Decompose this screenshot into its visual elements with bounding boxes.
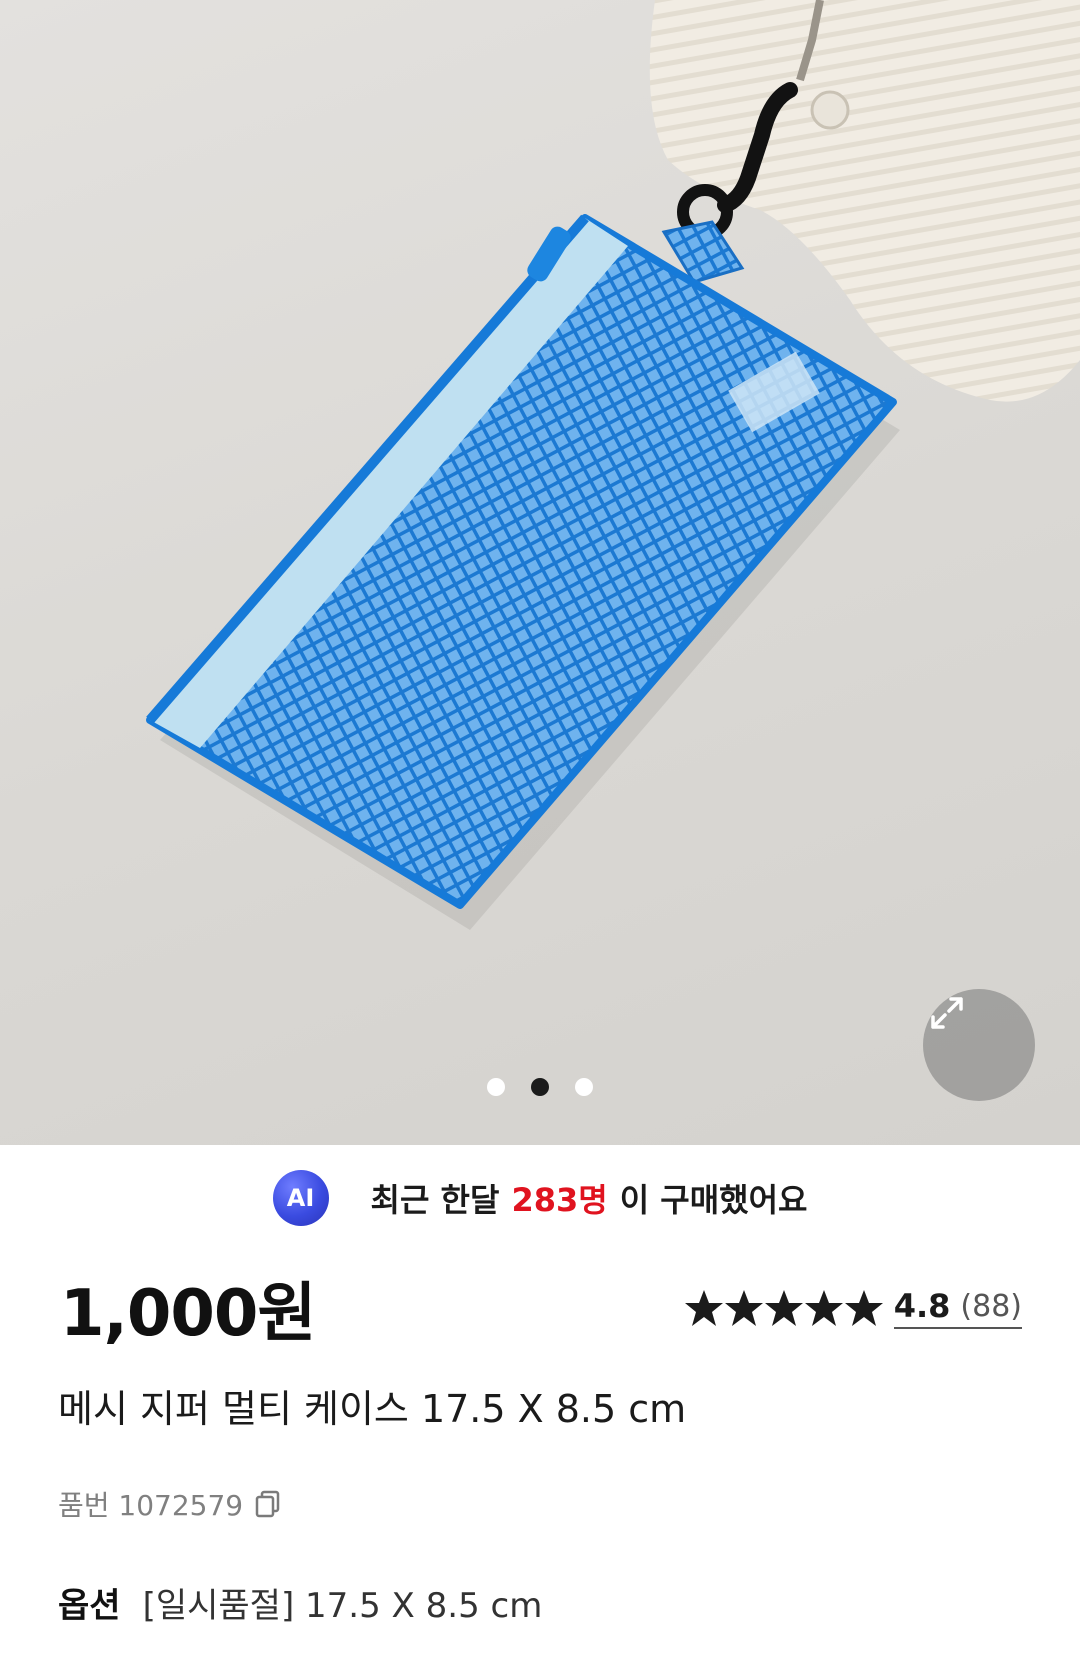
gallery-dot-active[interactable] [531, 1078, 549, 1096]
review-link[interactable]: 4.8 (88) [893, 1287, 1022, 1329]
purchase-prefix: 최근 한달 [370, 1181, 500, 1219]
purchase-count: 283명 [511, 1181, 608, 1219]
product-option[interactable]: 옵션 [일시품절] 17.5 X 8.5 cm [58, 1578, 542, 1627]
review-count: (88) [960, 1288, 1022, 1324]
gallery-dot[interactable] [575, 1078, 593, 1096]
product-photo [146, 0, 1080, 930]
rating-score: 4.8 [893, 1287, 951, 1325]
product-image[interactable] [0, 0, 1080, 1145]
recent-purchase-text: 최근 한달 283명 이 구매했어요 [371, 1175, 808, 1221]
option-label: 옵션 [58, 1586, 121, 1626]
purchase-suffix: 이 구매했어요 [619, 1181, 808, 1219]
product-rating[interactable]: 4.8 (88) [684, 1287, 1022, 1329]
gallery-pagination [0, 1078, 1080, 1096]
star-icons [684, 1290, 883, 1326]
gallery-dot[interactable] [487, 1078, 505, 1096]
product-price: 1,000원 [60, 1277, 316, 1351]
product-title: 메시 지퍼 멀티 케이스 17.5 X 8.5 cm [58, 1387, 687, 1431]
ai-badge-icon: AI [272, 1170, 329, 1226]
sku-text: 품번 1072579 [58, 1489, 244, 1522]
product-sku: 품번 1072579 [58, 1484, 281, 1524]
star-rating [684, 1288, 884, 1328]
option-value: [일시품절] 17.5 X 8.5 cm [142, 1586, 543, 1626]
expand-icon [931, 997, 963, 1029]
copy-icon[interactable] [255, 1490, 281, 1518]
recent-purchase-banner: AI 최근 한달 283명 이 구매했어요 [0, 1164, 1080, 1232]
